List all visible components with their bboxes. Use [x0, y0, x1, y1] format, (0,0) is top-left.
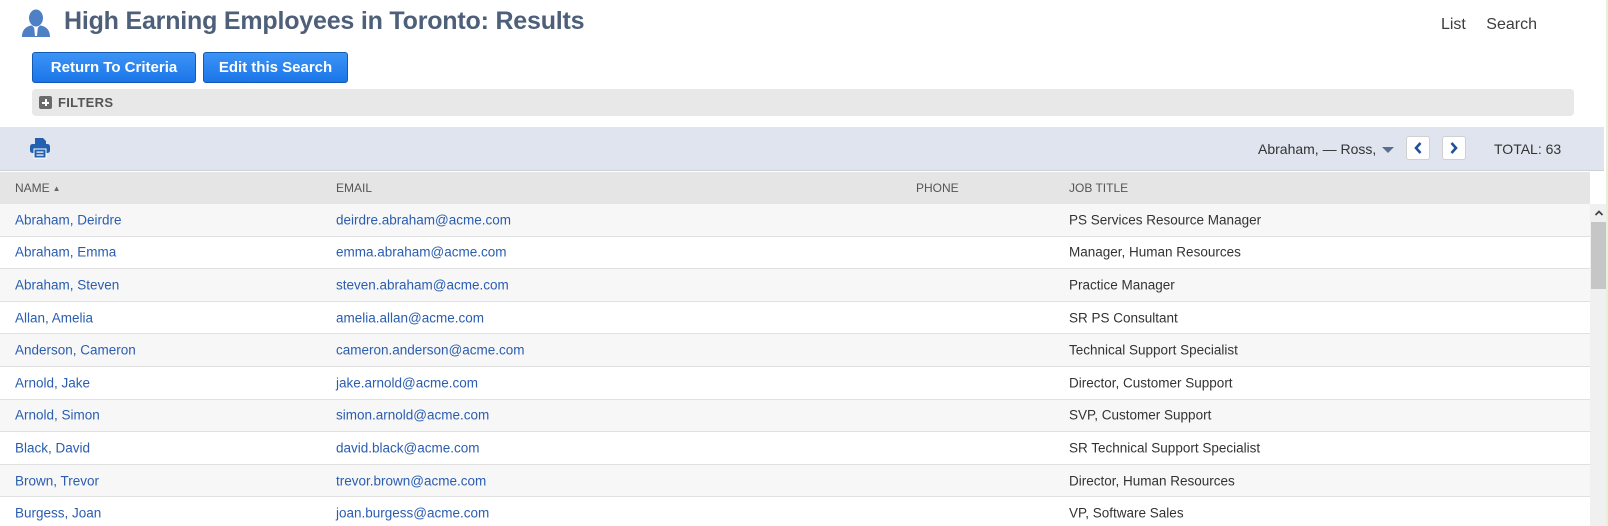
scrollbar-thumb[interactable] [1591, 222, 1606, 289]
chevron-up-icon [1594, 209, 1603, 216]
column-header-job-title[interactable]: JOB TITLE [1069, 181, 1128, 195]
action-buttons: Return To Criteria Edit this Search [32, 52, 348, 83]
edit-search-button[interactable]: Edit this Search [203, 52, 348, 83]
chevron-right-icon [1450, 142, 1458, 154]
table-row: Allan, Amelia amelia.allan@acme.com SR PS … [0, 301, 1590, 335]
employee-name-link[interactable]: Abraham, Deirdre [15, 212, 122, 227]
return-to-criteria-button[interactable]: Return To Criteria [32, 52, 196, 83]
scroll-up-button[interactable] [1590, 204, 1607, 221]
page-range-dropdown[interactable]: Abraham, — Ross, [1258, 141, 1395, 157]
next-page-button[interactable] [1442, 136, 1466, 160]
table-row: Abraham, Emma emma.abraham@acme.com Manage… [0, 236, 1590, 270]
table-row: Abraham, Steven steven.abraham@acme.com Pr… [0, 269, 1590, 302]
employee-name-link[interactable]: Black, David [15, 440, 90, 455]
search-link[interactable]: Search [1486, 16, 1537, 33]
previous-page-button[interactable] [1406, 136, 1430, 160]
employee-name-link[interactable]: Abraham, Steven [15, 277, 119, 292]
column-header-phone[interactable]: PHONE [916, 181, 959, 195]
employee-email-link[interactable]: amelia.allan@acme.com [336, 310, 484, 325]
employee-job-title: Manager, Human Resources [1069, 244, 1241, 260]
sort-ascending-icon: ▲ [52, 184, 61, 193]
employee-email-link[interactable]: jake.arnold@acme.com [336, 375, 478, 390]
employee-name-link[interactable]: Burgess, Joan [15, 506, 101, 521]
total-count: TOTAL: 63 [1494, 141, 1562, 157]
employee-name-link[interactable]: Anderson, Cameron [15, 343, 136, 358]
employee-job-title: Director, Customer Support [1069, 375, 1233, 391]
employee-job-title: PS Services Resource Manager [1069, 212, 1262, 228]
filters-toggle[interactable]: FILTERS [32, 89, 1574, 116]
employee-job-title: VP, Software Sales [1069, 505, 1184, 521]
expand-plus-icon [39, 96, 52, 109]
employee-job-title: Practice Manager [1069, 277, 1175, 293]
employee-email-link[interactable]: david.black@acme.com [336, 440, 480, 455]
page-header: High Earning Employees in Toronto: Resul… [0, 0, 1608, 48]
table-body: Abraham, Deirdre deirdre.abraham@acme.com… [0, 204, 1590, 526]
results-toolbar: Abraham, — Ross, TOTAL: 63 [0, 127, 1604, 171]
employee-name-link[interactable]: Brown, Trevor [15, 473, 99, 488]
employee-name-link[interactable]: Arnold, Simon [15, 408, 100, 423]
employee-email-link[interactable]: cameron.anderson@acme.com [336, 343, 525, 358]
page-title: High Earning Employees in Toronto: Resul… [64, 7, 585, 35]
table-row: Black, David david.black@acme.com SR Techn… [0, 432, 1590, 465]
list-link[interactable]: List [1441, 16, 1466, 33]
table-row: Arnold, Simon simon.arnold@acme.com SVP, C… [0, 399, 1590, 433]
table-row: Burgess, Joan joan.burgess@acme.com VP, So… [0, 497, 1590, 526]
filters-label: FILTERS [58, 95, 114, 110]
employee-job-title: SVP, Customer Support [1069, 407, 1212, 423]
employee-job-title: SR Technical Support Specialist [1069, 440, 1261, 456]
table-row: Brown, Trevor trevor.brown@acme.com Direct… [0, 464, 1590, 498]
table-header: NAME ▲ EMAIL PHONE JOB TITLE [0, 172, 1590, 204]
caret-down-icon [1382, 147, 1395, 153]
employee-icon [22, 9, 50, 37]
employee-email-link[interactable]: trevor.brown@acme.com [336, 473, 486, 488]
table-row: Arnold, Jake jake.arnold@acme.com Director… [0, 366, 1590, 400]
page-range-label: Abraham, — Ross, [1258, 141, 1377, 157]
table-row: Anderson, Cameron cameron.anderson@acme.c… [0, 334, 1590, 367]
employee-job-title: SR PS Consultant [1069, 310, 1178, 326]
employee-email-link[interactable]: steven.abraham@acme.com [336, 277, 509, 292]
column-header-email[interactable]: EMAIL [336, 181, 372, 195]
employee-job-title: Technical Support Specialist [1069, 342, 1238, 358]
employee-name-link[interactable]: Allan, Amelia [15, 310, 93, 325]
vertical-scrollbar[interactable] [1590, 204, 1607, 526]
table-row: Abraham, Deirdre deirdre.abraham@acme.com… [0, 204, 1590, 237]
print-icon[interactable] [28, 137, 52, 159]
employee-email-link[interactable]: joan.burgess@acme.com [336, 506, 489, 521]
employee-job-title: Director, Human Resources [1069, 473, 1235, 489]
header-links: List Search [1425, 16, 1537, 34]
chevron-left-icon [1414, 142, 1422, 154]
employee-email-link[interactable]: emma.abraham@acme.com [336, 245, 507, 260]
column-header-name[interactable]: NAME ▲ [15, 181, 61, 195]
results-table: NAME ▲ EMAIL PHONE JOB TITLE Abraham, Dei… [0, 172, 1590, 526]
employee-name-link[interactable]: Arnold, Jake [15, 375, 90, 390]
employee-email-link[interactable]: simon.arnold@acme.com [336, 408, 489, 423]
employee-email-link[interactable]: deirdre.abraham@acme.com [336, 212, 511, 227]
employee-name-link[interactable]: Abraham, Emma [15, 245, 116, 260]
